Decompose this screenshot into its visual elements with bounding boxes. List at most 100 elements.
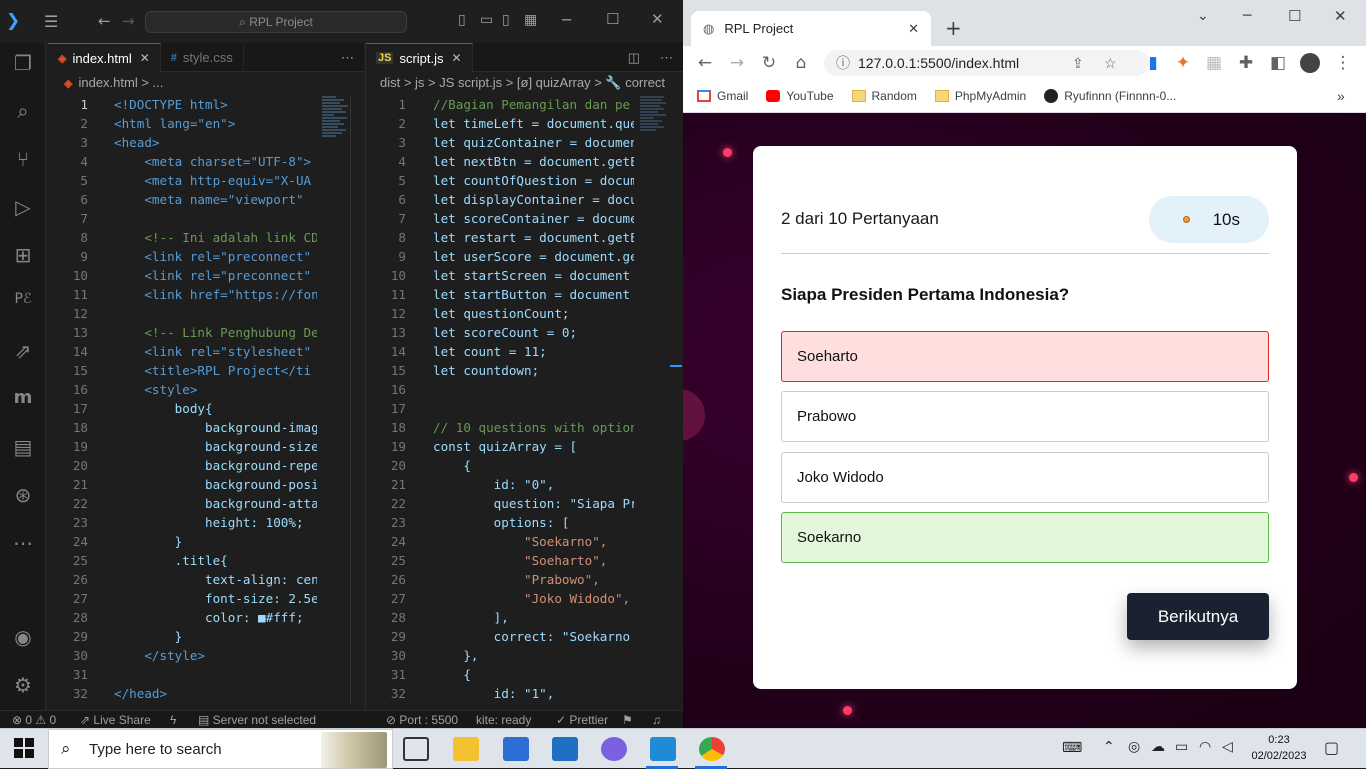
minimap[interactable]	[640, 95, 670, 495]
more-icon[interactable]: ⋯	[0, 531, 46, 555]
wifi-icon[interactable]: ◠	[1199, 739, 1211, 755]
command-center-search[interactable]: ⌕ RPL Project	[145, 11, 407, 33]
side-panel-icon[interactable]: ◧	[1268, 53, 1288, 73]
live-preview-icon[interactable]: Pℰ	[0, 291, 46, 307]
tray-chevron-icon[interactable]: ⌃	[1103, 739, 1115, 755]
menu-icon[interactable]: ☰	[44, 12, 58, 31]
breadcrumb[interactable]: ◈ index.html > ...	[48, 72, 364, 94]
prettier-status[interactable]: ✓ Prettier	[556, 711, 608, 729]
option-button[interactable]: Soeharto	[781, 331, 1269, 382]
bookmark-star-icon[interactable]: ☆	[1104, 50, 1117, 76]
taskbar-search[interactable]: ⌕ Type here to search	[48, 729, 393, 769]
accounts-icon[interactable]: ◉	[0, 625, 46, 649]
settings-gear-icon[interactable]: ⚙	[0, 673, 46, 697]
windows-start-icon[interactable]	[14, 738, 34, 758]
kite-status[interactable]: kite: ready	[476, 711, 531, 729]
layout-icon[interactable]: ▦	[524, 12, 537, 28]
keyboard-icon[interactable]: ⌨	[1062, 740, 1082, 756]
extension-clipboard-icon[interactable]: ▮	[1143, 53, 1163, 73]
maximize-icon[interactable]: ☐	[1288, 7, 1301, 25]
docker-icon[interactable]: ▤	[0, 435, 46, 459]
bookmark-phpmyadmin[interactable]: PhpMyAdmin	[934, 89, 1026, 103]
more-actions-icon[interactable]: ⋯	[650, 43, 683, 72]
browser-tab[interactable]: ◍ RPL Project ✕	[691, 11, 931, 46]
server-status[interactable]: ▤ Server not selected	[198, 711, 316, 729]
extensions-puzzle-icon[interactable]: ✚	[1236, 53, 1256, 73]
forward-icon[interactable]: →	[122, 12, 135, 30]
scrollbar[interactable]	[350, 95, 362, 704]
bookmark-youtube[interactable]: YouTube	[766, 89, 834, 103]
file-explorer-icon[interactable]	[453, 737, 479, 761]
home-icon[interactable]: ⌂	[791, 53, 811, 73]
url-bar[interactable]: ⓘ 127.0.0.1:5500/index.html ⇪ ☆	[824, 50, 1149, 76]
toggle-sidebar-icon[interactable]: ▯	[458, 12, 466, 28]
option-button[interactable]: Joko Widodo	[781, 452, 1269, 503]
volume-icon[interactable]: ◁	[1222, 739, 1233, 755]
reload-icon[interactable]: ↻	[759, 53, 779, 73]
bookmark-gmail[interactable]: Gmail	[697, 89, 748, 103]
microsoft-store-icon[interactable]	[503, 737, 529, 761]
tab-index-html[interactable]: ◈ index.html ✕	[48, 43, 161, 72]
back-icon[interactable]: ←	[98, 12, 111, 30]
maximize-icon[interactable]: ☐	[606, 10, 619, 28]
breadcrumb[interactable]: dist > js > JS script.js > [ø] quizArray…	[366, 72, 683, 94]
task-view-icon[interactable]	[403, 737, 429, 761]
problems-status[interactable]: ⊗ 0 ⚠ 0	[12, 711, 56, 729]
bookmark-github[interactable]: Ryufinnn (Finnnn-0...	[1044, 89, 1176, 103]
toggle-secondary-sidebar-icon[interactable]: ▯	[502, 12, 510, 28]
more-actions-icon[interactable]: ⋯	[331, 43, 364, 72]
code-editor-left[interactable]: <!DOCTYPE html> <html lang="en"> <head> <m…	[114, 95, 317, 704]
run-debug-icon[interactable]: ▷	[0, 195, 46, 219]
notifications-bell-icon[interactable]: ♫	[652, 711, 661, 729]
forward-icon[interactable]: →	[727, 53, 747, 73]
more-bookmarks-icon[interactable]: »	[1337, 88, 1345, 104]
close-icon[interactable]: ✕	[651, 10, 664, 28]
code-editor-right[interactable]: //Bagian Pemangilan dan pe let timeLeft =…	[433, 95, 634, 704]
tab-style-css[interactable]: # style.css	[161, 43, 244, 72]
lightning-icon[interactable]: ϟ	[170, 711, 176, 729]
info-icon[interactable]: ⓘ	[836, 50, 850, 76]
feedback-icon[interactable]: ⚑	[622, 711, 633, 729]
tab-script-js[interactable]: JS script.js ✕	[366, 43, 473, 72]
next-button[interactable]: Berikutnya	[1127, 593, 1269, 640]
close-icon[interactable]: ✕	[1334, 7, 1347, 25]
new-tab-icon[interactable]: +	[945, 16, 962, 40]
chrome-taskbar-icon[interactable]	[699, 737, 725, 761]
close-tab-icon[interactable]: ✕	[908, 21, 919, 37]
bookmark-random[interactable]: Random	[851, 89, 917, 103]
minimize-icon[interactable]: ─	[562, 11, 571, 29]
option-button[interactable]: Soekarno	[781, 512, 1269, 563]
toggle-panel-icon[interactable]: ▭	[480, 12, 493, 28]
extensions-icon[interactable]: ⊞	[0, 243, 46, 267]
vscode-taskbar-icon[interactable]	[650, 737, 676, 761]
source-control-icon[interactable]: ⑂	[0, 147, 46, 171]
back-icon[interactable]: ←	[695, 53, 715, 73]
extension-grid-icon[interactable]: ▦	[1204, 53, 1224, 73]
explorer-icon[interactable]: ❐	[0, 51, 46, 75]
live-share-status[interactable]: ⇗ Live Share	[80, 711, 151, 729]
option-button[interactable]: Prabowo	[781, 391, 1269, 442]
kite-icon[interactable]: m	[0, 387, 46, 408]
minimize-icon[interactable]: ─	[1243, 8, 1251, 24]
question-text: Siapa Presiden Pertama Indonesia?	[781, 285, 1070, 304]
battery-icon[interactable]: ▭	[1175, 739, 1188, 755]
mail-icon[interactable]	[552, 737, 578, 761]
clock[interactable]: 0:23 02/02/2023	[1244, 732, 1314, 764]
search-icon[interactable]: ⌕	[0, 99, 46, 123]
git-graph-icon[interactable]: ⊛	[0, 483, 46, 507]
close-tab-icon[interactable]: ✕	[140, 51, 150, 65]
avatar[interactable]	[1300, 53, 1320, 73]
share-icon[interactable]: ⇪	[1072, 50, 1084, 76]
split-editor-icon[interactable]: ◫	[618, 43, 650, 72]
port-status[interactable]: ⊘ Port : 5500	[386, 711, 458, 729]
live-share-icon[interactable]: ⇗	[0, 339, 46, 363]
menu-dots-icon[interactable]: ⋮	[1333, 53, 1353, 73]
copilot-icon[interactable]	[601, 737, 627, 761]
metamask-icon[interactable]: ✦	[1173, 53, 1193, 73]
tray-app-icon[interactable]: ◎	[1128, 739, 1140, 755]
minimap[interactable]	[322, 95, 352, 235]
notifications-icon[interactable]: ▢	[1324, 738, 1339, 757]
onedrive-icon[interactable]: ☁	[1151, 739, 1165, 755]
tab-search-icon[interactable]: ⌄	[1197, 8, 1209, 24]
close-tab-icon[interactable]: ✕	[452, 51, 462, 65]
